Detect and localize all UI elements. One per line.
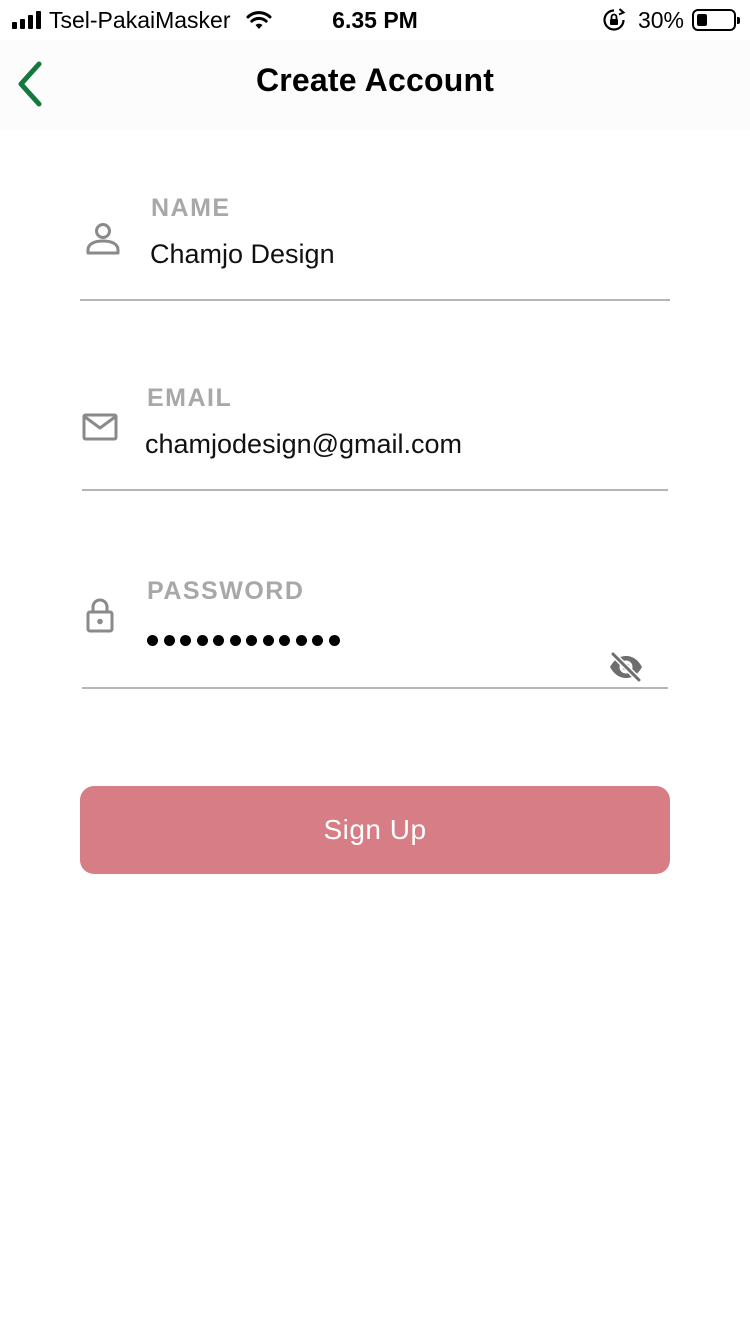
password-dot bbox=[147, 635, 158, 646]
battery-level-fill bbox=[697, 14, 708, 26]
email-label: EMAIL bbox=[147, 384, 233, 412]
password-underline bbox=[82, 687, 668, 689]
password-dot bbox=[229, 635, 241, 646]
lock-icon bbox=[86, 598, 114, 633]
password-dot bbox=[246, 635, 257, 646]
password-dot bbox=[262, 635, 274, 646]
name-label: NAME bbox=[151, 194, 231, 222]
page-title: Create Account bbox=[255, 62, 495, 98]
rotation-lock-icon bbox=[603, 8, 626, 31]
create-account-screen: Tsel-PakaiMasker 6.35 PM 30% Create Acco… bbox=[0, 0, 750, 1334]
password-dot bbox=[295, 635, 307, 646]
battery-icon bbox=[692, 9, 740, 31]
password-dot bbox=[163, 635, 175, 646]
password-dot bbox=[312, 635, 323, 646]
eye-off-icon[interactable] bbox=[608, 652, 644, 682]
navigation-bar: Create Account bbox=[0, 40, 750, 130]
name-input[interactable] bbox=[150, 236, 650, 272]
person-icon bbox=[86, 223, 120, 255]
password-dot bbox=[279, 635, 290, 646]
email-underline bbox=[82, 489, 668, 491]
password-dot bbox=[328, 635, 340, 646]
password-dot bbox=[180, 635, 191, 646]
status-bar-right: 30% bbox=[602, 7, 740, 33]
password-label: PASSWORD bbox=[147, 577, 305, 605]
name-underline bbox=[80, 299, 670, 301]
status-bar: Tsel-PakaiMasker 6.35 PM 30% bbox=[0, 0, 750, 40]
password-input[interactable] bbox=[147, 635, 340, 646]
password-dot bbox=[196, 635, 208, 646]
mail-icon bbox=[82, 413, 118, 441]
sign-up-button[interactable]: Sign Up bbox=[80, 786, 670, 874]
email-input[interactable] bbox=[145, 426, 655, 462]
battery-percent: 30% bbox=[637, 7, 684, 33]
password-dot bbox=[213, 635, 224, 646]
